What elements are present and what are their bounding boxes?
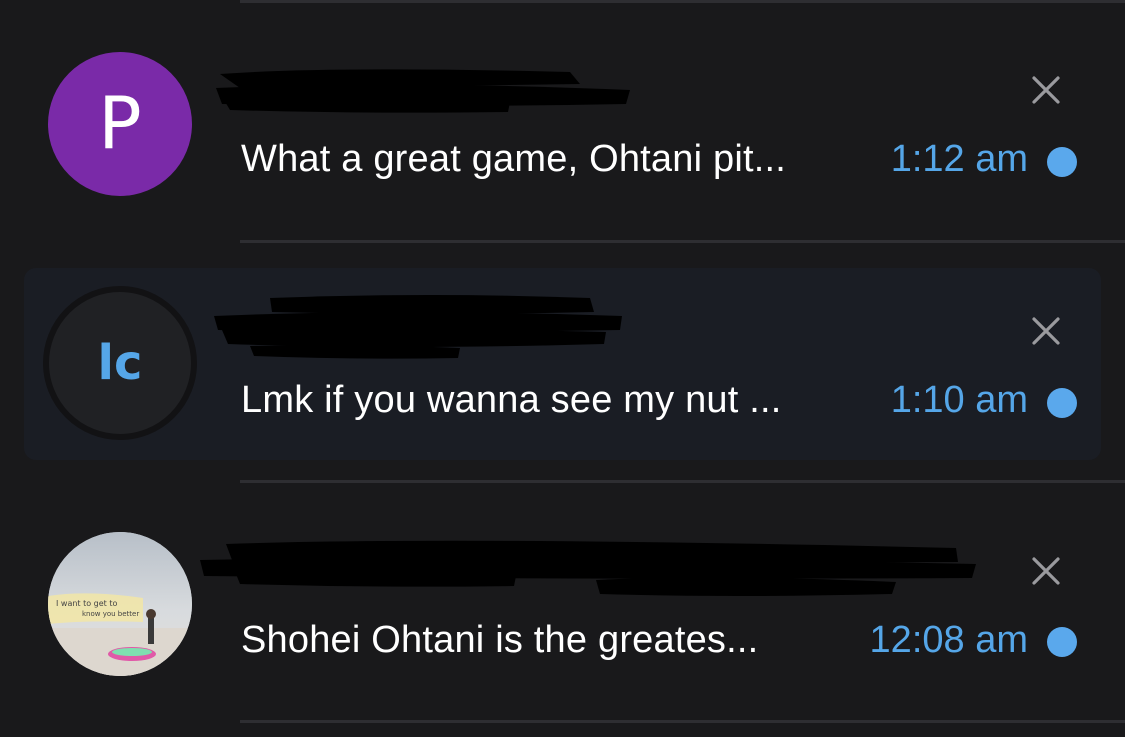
timestamp: 12:08 am [869,619,1028,661]
timestamp: 1:12 am [890,138,1028,180]
unread-dot [1047,627,1077,657]
avatar: P [48,52,192,196]
conversation-item[interactable]: I want to get to know you better Shohei … [0,510,1125,710]
photo-avatar: I want to get to know you better [48,532,192,676]
unread-dot [1047,147,1077,177]
close-icon[interactable] [1026,551,1066,591]
top-divider [240,0,1125,3]
timestamp: 1:10 am [890,379,1028,421]
message-preview: Shohei Ohtani is the greates... [241,619,759,661]
close-icon[interactable] [1026,70,1066,110]
svg-text:know you better: know you better [82,610,139,618]
row-divider [240,720,1125,723]
svg-text:I want to get to: I want to get to [56,599,117,608]
message-preview: Lmk if you wanna see my nut ... [241,379,782,421]
row-divider [240,240,1125,243]
avatar-letter: P [98,81,142,165]
avatar-photo: I want to get to know you better [48,532,192,676]
name-redaction [200,540,976,596]
close-icon[interactable] [1026,311,1066,351]
message-preview: What a great game, Ohtani pit... [241,138,787,180]
name-redaction [214,295,622,359]
conversation-item[interactable]: lc Lmk if you wanna see my nut ... 1:10 … [0,268,1125,460]
avatar-letter: lc [97,335,143,391]
name-redaction [216,69,630,113]
row-divider [240,480,1125,483]
conversation-item[interactable]: P What a great game, Ohtani pit... 1:12 … [0,30,1125,230]
unread-dot [1047,388,1077,418]
avatar: lc [43,286,197,440]
